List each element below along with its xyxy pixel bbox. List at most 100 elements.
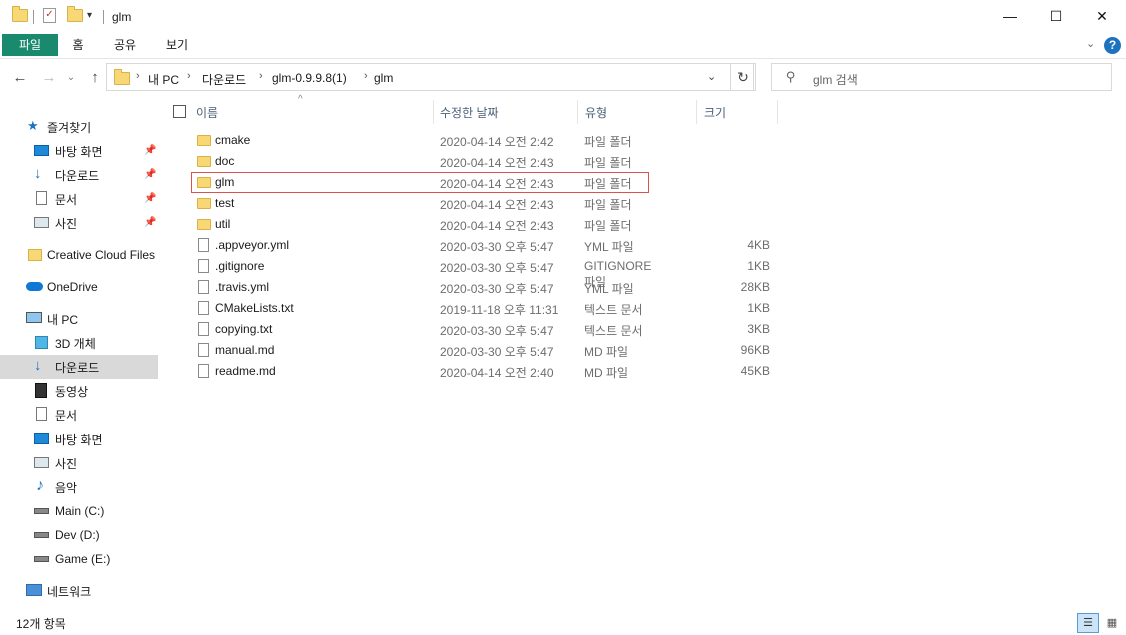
nav-downloads[interactable]: ↓ 다운로드 📌 bbox=[0, 163, 158, 187]
nav-documents[interactable]: 문서 📌 bbox=[0, 187, 158, 211]
file-row[interactable]: CMakeLists.txt 2019-11-18 오후 11:31 텍스트 문서 1… bbox=[192, 298, 770, 319]
file-row[interactable]: test 2020-04-14 오전 2:43 파일 폴더 bbox=[192, 193, 650, 214]
back-button[interactable]: ← bbox=[9, 66, 31, 88]
nav-music[interactable]: ♪ 음악 bbox=[0, 475, 158, 499]
file-icon bbox=[198, 343, 209, 357]
details-view-button[interactable]: ☰ bbox=[1077, 613, 1099, 633]
file-type: MD 파일 bbox=[584, 345, 629, 359]
nav-downloads-pc[interactable]: ↓ 다운로드 bbox=[0, 355, 158, 379]
new-folder-icon[interactable] bbox=[67, 6, 83, 22]
recent-locations-button[interactable]: ⌄ bbox=[60, 66, 82, 88]
file-type: 텍스트 문서 bbox=[584, 303, 643, 317]
document-icon bbox=[36, 191, 47, 205]
column-type[interactable]: 유형 bbox=[585, 104, 607, 121]
nav-drive-e[interactable]: Game (E:) bbox=[0, 547, 158, 571]
pictures-icon bbox=[34, 217, 49, 228]
file-row[interactable]: util 2020-04-14 오전 2:43 파일 폴더 bbox=[192, 214, 650, 235]
breadcrumb-this-pc[interactable]: 내 PC bbox=[148, 71, 179, 88]
file-row[interactable]: copying.txt 2020-03-30 오후 5:47 텍스트 문서 3KB bbox=[192, 319, 770, 340]
column-divider[interactable] bbox=[577, 100, 578, 124]
file-size: 45KB bbox=[740, 364, 770, 378]
nav-documents-pc[interactable]: 문서 bbox=[0, 403, 158, 427]
nav-creative-cloud[interactable]: Creative Cloud Files bbox=[0, 243, 158, 267]
nav-desktop-pc[interactable]: 바탕 화면 bbox=[0, 427, 158, 451]
column-divider[interactable] bbox=[433, 100, 434, 124]
breadcrumb-separator[interactable]: › bbox=[187, 70, 191, 82]
tab-share[interactable]: 공유 bbox=[108, 34, 142, 58]
breadcrumb-glm[interactable]: glm bbox=[374, 71, 393, 85]
file-type: YML 파일 bbox=[584, 282, 634, 296]
breadcrumb-separator[interactable]: › bbox=[364, 70, 368, 82]
search-box[interactable]: ⚲ glm 검색 bbox=[771, 63, 1112, 91]
nav-label: 문서 bbox=[55, 408, 78, 423]
help-icon[interactable]: ? bbox=[1104, 37, 1121, 54]
column-divider[interactable] bbox=[696, 100, 697, 124]
column-size[interactable]: 크기 bbox=[704, 104, 726, 121]
maximize-button[interactable]: ☐ bbox=[1033, 0, 1079, 32]
column-divider[interactable] bbox=[777, 100, 778, 124]
large-icons-view-button[interactable]: ▦ bbox=[1102, 613, 1122, 633]
onedrive-icon bbox=[26, 282, 43, 291]
chevron-down-icon[interactable]: ▾ bbox=[87, 10, 92, 21]
minimize-button[interactable]: — bbox=[987, 0, 1033, 32]
nav-label: 다운로드 bbox=[55, 168, 100, 183]
tab-view[interactable]: 보기 bbox=[160, 34, 194, 58]
breadcrumb-downloads[interactable]: 다운로드 bbox=[202, 71, 246, 88]
nav-label: 3D 개체 bbox=[55, 336, 96, 351]
drive-icon bbox=[34, 532, 49, 538]
nav-desktop[interactable]: 바탕 화면 📌 bbox=[0, 139, 158, 163]
nav-drive-c[interactable]: Main (C:) bbox=[0, 499, 158, 523]
file-row[interactable]: .gitignore 2020-03-30 오후 5:47 GITIGNORE 파일… bbox=[192, 256, 770, 289]
file-modified: 2020-03-30 오후 5:47 bbox=[440, 261, 554, 275]
breadcrumb-separator[interactable]: › bbox=[259, 70, 263, 82]
sort-ascending-icon: ^ bbox=[298, 94, 303, 105]
address-bar[interactable]: › 내 PC › 다운로드 › glm-0.9.9.8(1) › glm ⌄ bbox=[106, 63, 754, 91]
nav-network[interactable]: 네트워크 bbox=[0, 579, 158, 603]
tab-home[interactable]: 홈 bbox=[66, 34, 90, 58]
properties-icon[interactable]: ✓ bbox=[43, 8, 56, 23]
file-modified: 2020-04-14 오전 2:43 bbox=[440, 219, 554, 233]
select-all-checkbox[interactable] bbox=[173, 105, 186, 118]
nav-quick-access[interactable]: ★ 즐겨찾기 bbox=[0, 115, 158, 139]
file-name: cmake bbox=[215, 133, 251, 147]
file-icon bbox=[198, 280, 209, 294]
forward-button[interactable]: → bbox=[38, 66, 60, 88]
file-row[interactable]: cmake 2020-04-14 오전 2:42 파일 폴더 bbox=[192, 130, 650, 151]
file-name: readme.md bbox=[215, 364, 276, 378]
tab-file[interactable]: 파일 bbox=[2, 34, 58, 56]
nav-onedrive[interactable]: OneDrive bbox=[0, 275, 158, 299]
pin-icon: 📌 bbox=[144, 169, 157, 180]
nav-pictures-pc[interactable]: 사진 bbox=[0, 451, 158, 475]
pc-icon bbox=[26, 312, 42, 323]
nav-label: 동영상 bbox=[55, 384, 89, 399]
drive-icon bbox=[34, 556, 49, 562]
file-size: 28KB bbox=[740, 280, 770, 294]
breadcrumb-glm-package[interactable]: glm-0.9.9.8(1) bbox=[272, 71, 347, 85]
file-type: 텍스트 문서 bbox=[584, 324, 643, 338]
nav-videos[interactable]: 동영상 bbox=[0, 379, 158, 403]
nav-3d-objects[interactable]: 3D 개체 bbox=[0, 331, 158, 355]
file-row[interactable]: readme.md 2020-04-14 오전 2:40 MD 파일 45KB bbox=[192, 361, 770, 382]
address-dropdown-icon[interactable]: ⌄ bbox=[707, 70, 716, 83]
divider bbox=[103, 10, 104, 24]
refresh-button[interactable]: ↻ bbox=[730, 63, 756, 91]
file-row[interactable]: .appveyor.yml 2020-03-30 오후 5:47 YML 파일 4KB bbox=[192, 235, 770, 256]
column-name[interactable]: 이름 bbox=[196, 104, 218, 121]
file-modified: 2020-04-14 오전 2:40 bbox=[440, 366, 554, 380]
nav-pictures[interactable]: 사진 📌 bbox=[0, 211, 158, 235]
close-button[interactable]: ✕ bbox=[1079, 0, 1125, 32]
creative-cloud-icon bbox=[28, 249, 42, 261]
file-row[interactable]: manual.md 2020-03-30 오후 5:47 MD 파일 96KB bbox=[192, 340, 770, 361]
nav-this-pc[interactable]: 내 PC bbox=[0, 307, 158, 331]
file-row[interactable]: .travis.yml 2020-03-30 오후 5:47 YML 파일 28KB bbox=[192, 277, 770, 298]
breadcrumb-separator[interactable]: › bbox=[136, 70, 140, 82]
ribbon-expand-icon[interactable]: ⌄ bbox=[1086, 37, 1095, 50]
large-icons-view-icon: ▦ bbox=[1106, 617, 1118, 629]
file-size: 96KB bbox=[740, 343, 770, 357]
column-modified[interactable]: 수정한 날짜 bbox=[440, 104, 499, 121]
up-button[interactable]: ↑ bbox=[84, 66, 106, 88]
nav-drive-d[interactable]: Dev (D:) bbox=[0, 523, 158, 547]
file-row[interactable]: doc 2020-04-14 오전 2:43 파일 폴더 bbox=[192, 151, 650, 172]
file-icon bbox=[198, 364, 209, 378]
search-input[interactable]: glm 검색 bbox=[813, 71, 858, 88]
